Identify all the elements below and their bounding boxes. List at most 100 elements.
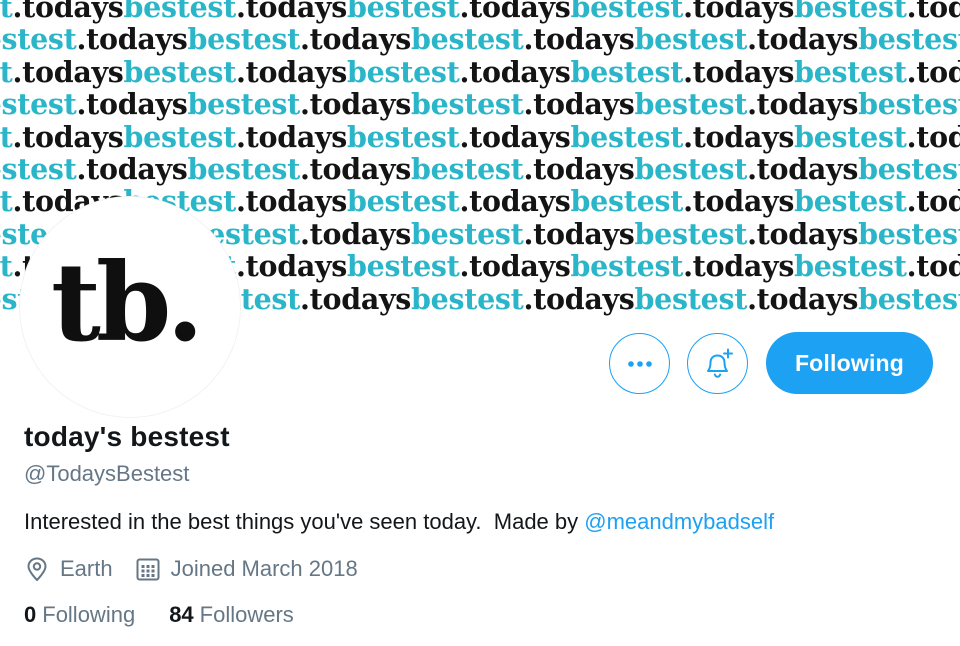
followers-stat-link[interactable]: 84 Followers — [169, 602, 294, 628]
banner-word-todays: .todays — [683, 0, 795, 24]
banner-word-todays: .todays — [906, 0, 960, 24]
banner-word-bestest: bestest — [123, 0, 237, 24]
banner-word-bestest: bestest — [794, 249, 907, 284]
banner-word-todays: .todays — [683, 54, 795, 89]
banner-word-bestest: bestest — [347, 184, 460, 219]
banner-word-bestest: bestest — [634, 152, 748, 186]
joined-text: Joined March 2018 — [170, 556, 358, 581]
banner-word-bestest: bestest — [0, 152, 77, 186]
banner-word-todays: .todays — [300, 216, 412, 251]
banner-word-bestest: bestest — [570, 119, 684, 154]
banner-pattern-row: bestest.todaysbestest.todaysbestest.toda… — [0, 23, 960, 55]
banner-word-todays: .todays — [747, 216, 859, 251]
banner-pattern-row: bestest.todaysbestest.todaysbestest.toda… — [0, 0, 960, 23]
profile-page: bestest.todaysbestest.todaysbestest.toda… — [0, 0, 960, 646]
banner-word-todays: .todays — [906, 249, 960, 284]
banner-word-bestest: bestest — [0, 119, 13, 154]
banner-word-todays: .todays — [236, 0, 348, 24]
banner-word-bestest: bestest — [858, 87, 960, 122]
banner-pattern-row: bestest.todaysbestest.todaysbestest.toda… — [0, 56, 960, 88]
banner-word-todays: .todays — [300, 22, 412, 57]
banner-word-todays: .todays — [459, 0, 571, 24]
banner-word-bestest: bestest — [187, 87, 301, 122]
location-text: Earth — [60, 556, 113, 581]
banner-word-todays: .todays — [459, 54, 571, 89]
banner-word-todays: .todays — [747, 22, 859, 57]
banner-word-bestest: bestest — [123, 54, 237, 89]
banner-word-bestest: bestest — [0, 0, 13, 24]
banner-word-todays: .todays — [76, 87, 188, 122]
banner-word-bestest: bestest — [0, 249, 13, 284]
banner-word-todays: .todays — [683, 249, 795, 284]
banner-word-bestest: bestest — [570, 184, 684, 219]
calendar-icon — [136, 558, 160, 581]
banner-word-todays: .todays — [76, 152, 188, 186]
more-options-button[interactable] — [609, 333, 670, 394]
banner-word-todays: .todays — [459, 119, 571, 154]
banner-word-bestest: bestest — [347, 54, 460, 89]
display-name: today's bestest — [24, 421, 230, 452]
banner-word-todays: .todays — [459, 184, 571, 219]
banner-word-bestest: bestest — [634, 22, 748, 57]
banner-word-todays: .todays — [747, 87, 859, 122]
banner-word-bestest: bestest — [187, 22, 301, 57]
banner-word-bestest: bestest — [858, 216, 960, 251]
banner-word-todays: .todays — [906, 184, 960, 219]
banner-word-bestest: bestest — [411, 216, 524, 251]
banner-word-bestest: bestest — [347, 119, 460, 154]
banner-pattern-row: bestest.todaysbestest.todaysbestest.toda… — [0, 88, 960, 120]
banner-word-bestest: bestest — [0, 54, 13, 89]
banner-word-bestest: bestest — [858, 281, 960, 316]
banner-word-todays: .todays — [683, 184, 795, 219]
banner-word-todays: .todays — [683, 119, 795, 154]
banner-word-bestest: bestest — [794, 0, 907, 24]
banner-word-todays: .todays — [12, 54, 124, 89]
bio-mention-link[interactable]: @meandmybadself — [584, 509, 774, 534]
followers-label: Followers — [199, 602, 294, 627]
banner-word-todays: .todays — [300, 281, 412, 316]
bell-plus-icon — [706, 348, 733, 378]
banner-word-todays: .todays — [300, 152, 412, 186]
avatar[interactable]: tb. — [20, 197, 240, 417]
banner-word-bestest: bestest — [347, 0, 460, 24]
banner-word-bestest: bestest — [123, 119, 237, 154]
notifications-button[interactable] — [687, 333, 748, 394]
banner-word-bestest: bestest — [0, 87, 77, 122]
banner-word-bestest: bestest — [411, 281, 524, 316]
following-button[interactable]: Following — [766, 332, 933, 394]
followers-count: 84 — [169, 602, 194, 627]
banner-word-todays: .todays — [236, 184, 348, 219]
banner-word-todays: .todays — [459, 249, 571, 284]
banner-word-bestest: bestest — [347, 249, 460, 284]
banner-word-bestest: bestest — [0, 184, 13, 219]
banner-word-todays: .todays — [523, 216, 635, 251]
banner-word-bestest: bestest — [634, 281, 748, 316]
location: Earth — [24, 556, 113, 582]
banner-word-todays: .todays — [523, 22, 635, 57]
banner-pattern-row: bestest.todaysbestest.todaysbestest.toda… — [0, 121, 960, 153]
more-horizontal-icon — [627, 360, 652, 367]
banner-word-todays: .todays — [12, 0, 124, 24]
banner-word-bestest: bestest — [570, 0, 684, 24]
banner-word-todays: .todays — [906, 119, 960, 154]
bio-text: Interested in the best things you've see… — [24, 509, 585, 534]
banner-word-bestest: bestest — [570, 249, 684, 284]
banner-word-todays: .todays — [906, 54, 960, 89]
banner-word-bestest: bestest — [794, 54, 907, 89]
banner-word-todays: .todays — [747, 281, 859, 316]
avatar-logo: tb. — [51, 240, 204, 366]
banner-word-todays: .todays — [76, 22, 188, 57]
location-pin-icon — [27, 557, 47, 581]
banner-word-bestest: bestest — [411, 22, 524, 57]
profile-meta: Earth Joined March 2018 — [24, 555, 358, 583]
bio: Interested in the best things you've see… — [24, 509, 774, 535]
banner-word-todays: .todays — [236, 119, 348, 154]
banner-word-bestest: bestest — [634, 216, 748, 251]
banner-word-bestest: bestest — [187, 152, 301, 186]
banner-word-todays: .todays — [236, 54, 348, 89]
user-handle: @TodaysBestest — [24, 461, 190, 486]
following-label: Following — [42, 602, 136, 627]
following-stat-link[interactable]: 0 Following — [24, 602, 135, 628]
banner-word-bestest: bestest — [411, 87, 524, 122]
banner-word-todays: .todays — [523, 87, 635, 122]
